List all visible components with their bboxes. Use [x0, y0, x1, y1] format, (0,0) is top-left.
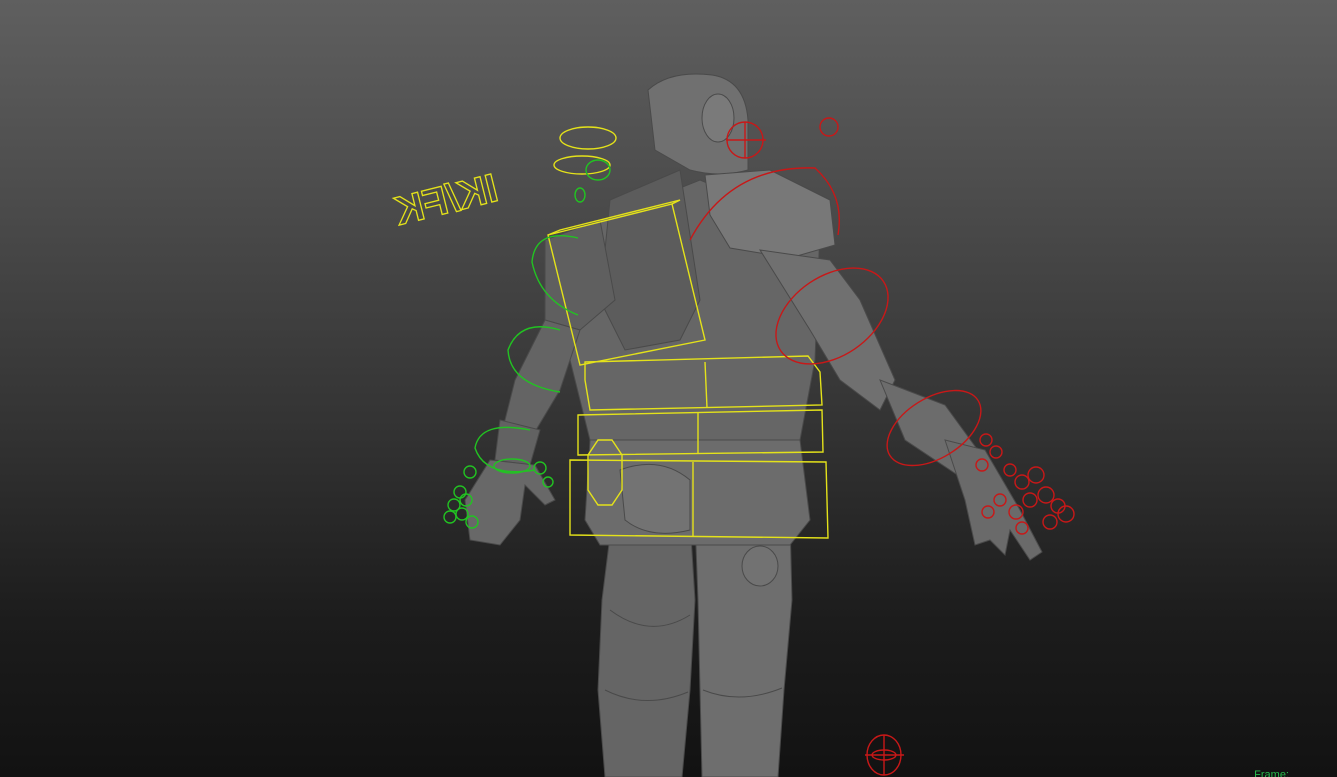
buttock-left — [619, 463, 691, 534]
finger-ctrl[interactable] — [1037, 486, 1055, 504]
finger-ctrl[interactable] — [453, 485, 467, 499]
ik-fk-switch-curve-icon[interactable]: IK/FK — [389, 165, 502, 234]
finger-ctrl[interactable] — [1057, 505, 1075, 523]
finger-ctrl[interactable] — [979, 433, 993, 447]
finger-ctrl[interactable] — [1042, 514, 1058, 530]
maya-viewport[interactable]: IK/FK Frame: — [0, 0, 1337, 777]
knee-pad — [741, 545, 779, 587]
character-mesh[interactable] — [464, 73, 1043, 777]
eye-ctrl-upper[interactable] — [559, 126, 617, 150]
finger-ctrl[interactable] — [1014, 474, 1030, 490]
finger-ctrl[interactable] — [1022, 492, 1038, 508]
viewport-scene[interactable]: IK/FK — [0, 0, 1337, 777]
finger-ctrl[interactable] — [463, 465, 477, 479]
finger-ctrl[interactable] — [989, 445, 1003, 459]
finger-ctrl[interactable] — [443, 510, 457, 524]
aim-ctrl[interactable] — [819, 117, 839, 137]
pelvis[interactable] — [584, 439, 811, 546]
finger-ctrl[interactable] — [1003, 463, 1017, 477]
finger-ctrl[interactable] — [455, 507, 469, 521]
eye-ctrl-lower[interactable] — [553, 155, 611, 175]
left-leg[interactable] — [597, 519, 696, 777]
hud-frame-label: Frame: — [1254, 769, 1289, 777]
ear-disc — [701, 93, 735, 143]
root-ctrl-icon[interactable] — [865, 734, 904, 776]
eye-ctrl-small[interactable] — [574, 187, 586, 203]
finger-ctrl[interactable] — [1027, 466, 1045, 484]
upper-arm-left[interactable] — [499, 319, 581, 441]
